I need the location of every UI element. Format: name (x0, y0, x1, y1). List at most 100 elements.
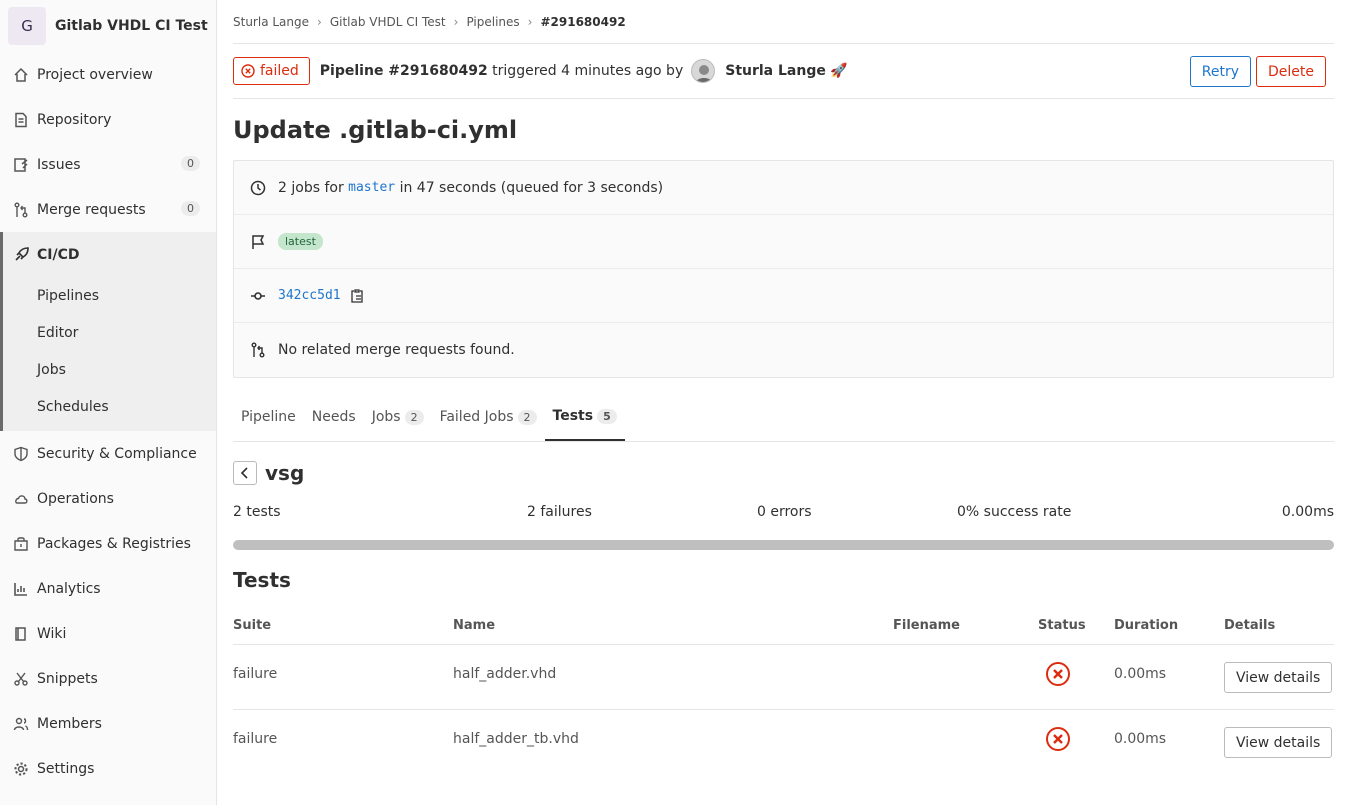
latest-badge: latest (278, 233, 323, 250)
issues-icon (13, 157, 29, 173)
sidebar-subitem-schedules[interactable]: Schedules (3, 388, 216, 425)
sidebar-item-label: Members (37, 715, 102, 732)
sidebar-subitem-editor[interactable]: Editor (3, 314, 216, 351)
gear-icon (13, 761, 29, 777)
shield-icon (13, 446, 29, 462)
sidebar-item-label: Issues (37, 156, 81, 173)
sidebar-subitem-pipelines[interactable]: Pipelines (3, 277, 216, 314)
sidebar: G Gitlab VHDL CI Test Project overview R… (0, 0, 217, 805)
chart-icon (13, 581, 29, 597)
merge-request-info-row: No related merge requests found. (234, 323, 1333, 377)
page-title: Update .gitlab-ci.yml (233, 116, 518, 144)
stat-failures: 2 failures (527, 504, 592, 520)
sidebar-item-wiki[interactable]: Wiki (0, 611, 216, 656)
row-suite: failure (233, 731, 278, 747)
project-name: Gitlab VHDL CI Test (55, 18, 208, 34)
sidebar-item-members[interactable]: Members (0, 701, 216, 746)
tab-jobs[interactable]: Jobs 2 (364, 393, 432, 441)
column-suite: Suite (233, 618, 272, 633)
branch-link[interactable]: master (348, 180, 395, 195)
tab-count: 2 (404, 409, 424, 425)
breadcrumb-pipelines[interactable]: Pipelines (466, 15, 519, 29)
tab-label: Failed Jobs (439, 409, 514, 425)
suite-header: vsg (233, 442, 1334, 504)
tag-info-row: latest (234, 215, 1333, 269)
sidebar-item-repository[interactable]: Repository (0, 97, 216, 142)
retry-button[interactable]: Retry (1189, 56, 1251, 87)
failed-status-icon (1045, 661, 1071, 691)
project-avatar: G (8, 7, 46, 45)
package-icon (13, 536, 29, 552)
row-duration: 0.00ms (1114, 666, 1167, 682)
main-content: Sturla Lange › Gitlab VHDL CI Test › Pip… (233, 0, 1334, 775)
stat-errors: 0 errors (757, 504, 812, 520)
table-row: failure half_adder.vhd 0.00ms View detai… (233, 645, 1334, 710)
view-details-button[interactable]: View details (1224, 727, 1333, 758)
sidebar-item-analytics[interactable]: Analytics (0, 566, 216, 611)
breadcrumb-project[interactable]: Gitlab VHDL CI Test (330, 15, 446, 29)
sidebar-item-merge-requests[interactable]: Merge requests 0 (0, 187, 216, 232)
merge-request-icon (13, 202, 29, 218)
pipeline-info-box: 2 jobs for master in 47 seconds (queued … (233, 160, 1334, 378)
commit-icon (250, 288, 268, 304)
tab-needs[interactable]: Needs (304, 393, 364, 441)
tab-failed-jobs[interactable]: Failed Jobs 2 (432, 393, 545, 441)
row-name: half_adder_tb.vhd (453, 731, 579, 747)
copy-icon[interactable] (350, 288, 364, 303)
sidebar-subitem-jobs[interactable]: Jobs (3, 351, 216, 388)
stat-duration: 0.00ms (1281, 504, 1334, 520)
tab-label: Pipeline (241, 409, 296, 425)
status-badge[interactable]: failed (233, 57, 310, 85)
sidebar-item-label: Security & Compliance (37, 445, 197, 462)
triggered-text: triggered 4 minutes ago by (492, 63, 684, 79)
merge-requests-text: No related merge requests found. (278, 342, 515, 358)
sidebar-item-security[interactable]: Security & Compliance (0, 431, 216, 476)
column-status: Status (1038, 618, 1086, 633)
column-name: Name (453, 618, 496, 633)
chevron-right-icon: › (527, 14, 533, 29)
sidebar-item-label: Project overview (37, 66, 153, 83)
chevron-right-icon: › (453, 14, 459, 29)
tab-pipeline[interactable]: Pipeline (233, 393, 304, 441)
tests-table-header: Suite Name Filename Status Duration Deta… (233, 608, 1334, 645)
sidebar-item-snippets[interactable]: Snippets (0, 656, 216, 701)
failed-status-icon (241, 64, 255, 78)
row-suite: failure (233, 666, 278, 682)
sidebar-item-operations[interactable]: Operations (0, 476, 216, 521)
tab-count: 5 (597, 408, 617, 424)
tab-tests[interactable]: Tests 5 (544, 393, 625, 441)
delete-button[interactable]: Delete (1256, 56, 1326, 87)
tests-title: Tests (233, 568, 291, 592)
flag-icon (250, 234, 268, 250)
sidebar-item-label: Packages & Registries (37, 535, 191, 552)
pipeline-summary: Pipeline #291680492 triggered 4 minutes … (320, 59, 848, 83)
home-icon (13, 67, 29, 83)
sidebar-item-issues[interactable]: Issues 0 (0, 142, 216, 187)
status-label: failed (260, 63, 299, 79)
scissors-icon (13, 671, 29, 687)
doc-icon (13, 112, 29, 128)
breadcrumb-user[interactable]: Sturla Lange (233, 15, 309, 29)
pipeline-header: failed Pipeline #291680492 triggered 4 m… (233, 44, 1334, 99)
row-name: half_adder.vhd (453, 666, 557, 682)
commit-sha-link[interactable]: 342cc5d1 (278, 288, 341, 303)
tab-label: Needs (311, 409, 356, 425)
cloud-icon (13, 491, 29, 507)
back-button[interactable] (233, 461, 257, 485)
sidebar-item-label: Snippets (37, 670, 98, 687)
commit-info-row: 342cc5d1 (234, 269, 1333, 323)
tab-label: Tests (552, 408, 594, 424)
project-header[interactable]: G Gitlab VHDL CI Test (0, 0, 216, 52)
chevron-left-icon (240, 467, 248, 479)
sidebar-item-settings[interactable]: Settings (0, 746, 216, 791)
user-name[interactable]: Sturla Lange (725, 63, 826, 79)
sidebar-item-cicd[interactable]: CI/CD (3, 232, 216, 277)
view-details-button[interactable]: View details (1224, 662, 1333, 693)
sidebar-item-project-overview[interactable]: Project overview (0, 52, 216, 97)
sidebar-item-packages[interactable]: Packages & Registries (0, 521, 216, 566)
cicd-section: CI/CD Pipelines Editor Jobs Schedules (0, 232, 216, 431)
tab-label: Jobs (371, 409, 401, 425)
users-icon (13, 716, 29, 732)
avatar[interactable] (691, 59, 716, 83)
breadcrumb-current[interactable]: #291680492 (540, 15, 625, 29)
